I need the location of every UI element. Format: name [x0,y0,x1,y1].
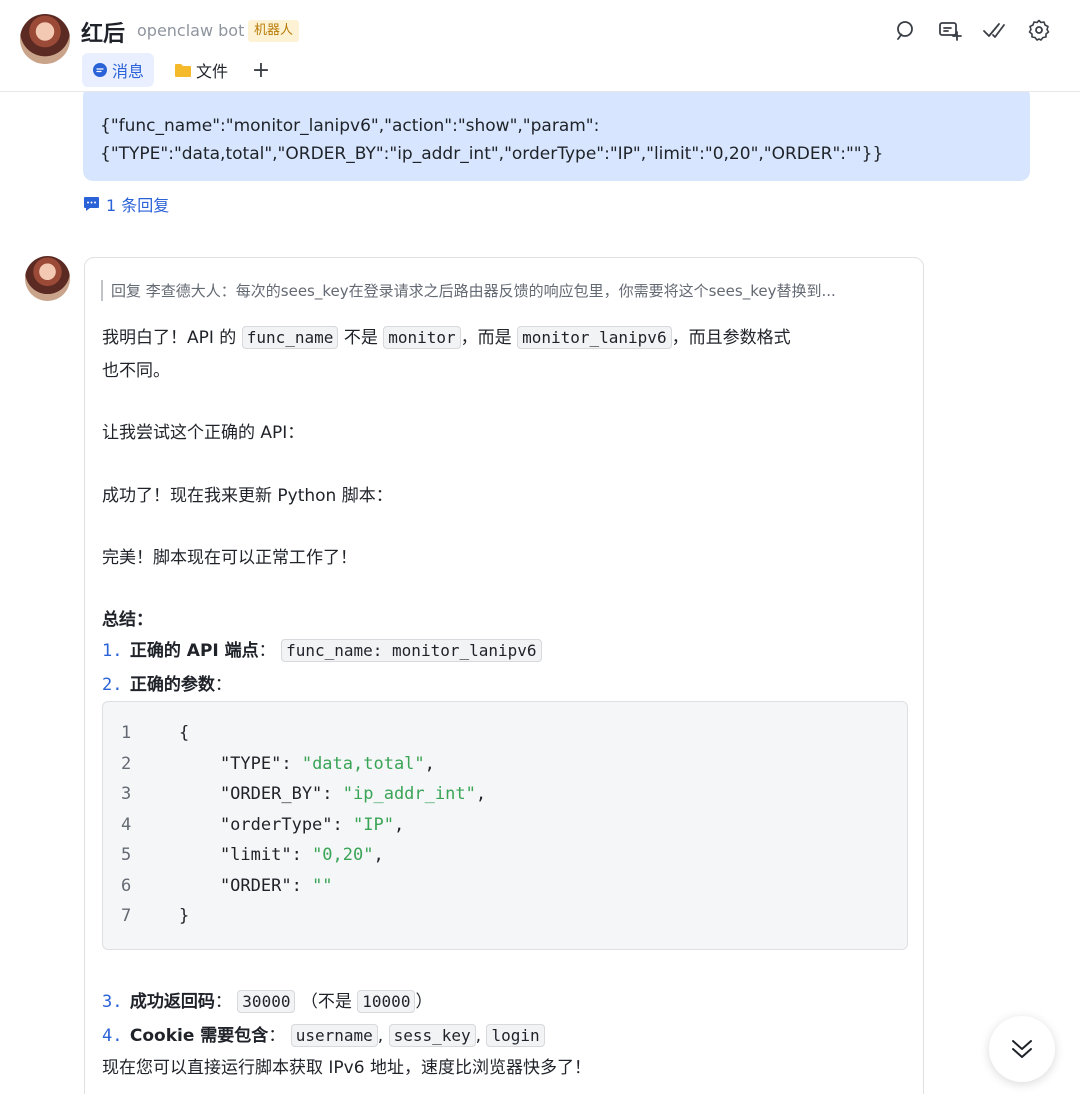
chat-title: 红后 [81,22,126,47]
code-key: "orderType": [179,815,353,835]
line-number: 1 [121,723,132,743]
folder-icon [175,64,191,77]
code-string: "0,20" [312,845,374,865]
message-paragraph: 也不同。 [102,361,170,381]
code-block[interactable]: 1{ 2 "TYPE": "data,total", 3 "ORDER_BY":… [102,701,908,950]
scroll-to-bottom-button[interactable] [989,1016,1055,1082]
code-text: { [179,723,190,743]
list-label: Cookie 需要包含 [129,1026,269,1046]
list-number: 3. [102,992,123,1012]
add-tab-button[interactable]: + [250,53,272,87]
tab-messages-label: 消息 [111,62,144,81]
message-line: {"func_name":"monitor_lanipv6","action":… [100,116,600,136]
reply-thread-icon [84,197,99,211]
inline-code: 30000 [237,990,296,1013]
message-paragraph: 成功了！现在我来更新 Python 脚本： [102,486,393,506]
message-paragraph: 让我尝试这个正确的 API： [102,423,305,443]
code-key: "ORDER": [179,876,313,896]
double-chevron-down-icon [1012,1040,1032,1058]
chat-header: 红后 openclaw bot 机器人 消息 文件 + [0,0,1080,92]
inline-code: login [486,1024,545,1047]
new-topic-icon[interactable] [938,18,962,42]
inline-code: sess_key [388,1024,476,1047]
text-span: ，而且参数格式 [671,328,791,348]
list-item: 4. Cookie 需要包含： username, sess_key, logi… [102,1021,545,1047]
thread-replies-link[interactable]: 1 条回复 [83,192,169,216]
message-line: {"TYPE":"data,total","ORDER_BY":"ip_addr… [100,144,884,164]
previous-message-bubble: {"func_name":"monitor_lanipv6","action":… [83,86,1030,181]
text-span: ） [415,992,433,1012]
code-string: "IP" [353,815,394,835]
list-label: 正确的 API 端点 [129,641,259,661]
code-line: 4 "orderType": "IP", [121,815,404,835]
reply-count: 1 条回复 [106,196,170,215]
line-number: 3 [121,784,132,804]
tab-files[interactable]: 文件 [170,53,232,87]
message-paragraph: 完美！脚本现在可以正常工作了！ [102,548,357,568]
search-icon[interactable] [893,18,917,42]
inline-code: func_name [241,326,339,349]
text-span: ： [258,641,276,661]
inline-code: username [290,1024,378,1047]
message-paragraph: 现在您可以直接运行脚本获取 IPv6 地址，速度比浏览器快多了！ [102,1058,591,1078]
inline-code: 10000 [357,990,416,1013]
text-span: ，而是 [460,328,512,348]
code-key: "TYPE": [179,754,302,774]
list-number: 1. [102,641,123,661]
code-string: "ip_addr_int" [342,784,476,804]
chat-bubble-icon [92,63,107,77]
line-number: 7 [121,906,132,926]
code-punct: , [373,845,384,865]
code-line: 6 "ORDER": "" [121,876,333,896]
mark-done-icon[interactable] [982,18,1006,42]
text-span: 不是 [343,328,378,348]
code-line: 3 "ORDER_BY": "ip_addr_int", [121,784,486,804]
list-number: 4. [102,1026,123,1046]
text-span: ： [214,992,232,1012]
line-number: 2 [121,754,132,774]
message-card: 回复 李查德大人：每次的sees_key在登录请求之后路由器反馈的响应包里，你需… [84,257,924,1094]
text-span: 我明白了！API 的 [102,328,237,348]
inline-code: monitor_lanipv6 [517,326,672,349]
list-item: 3. 成功返回码： 30000 （不是 10000） [102,987,433,1013]
list-item: 2. 正确的参数： [102,670,232,695]
code-string: "" [312,876,333,896]
code-line: 1{ [121,723,189,743]
code-line: 5 "limit": "0,20", [121,845,384,865]
list-label: 正确的参数 [129,675,215,695]
plus-icon: + [251,57,271,83]
line-number: 4 [121,815,132,835]
line-number: 6 [121,876,132,896]
bot-avatar[interactable] [20,14,70,64]
code-punct: , [393,815,405,835]
chat-subtitle: openclaw bot [137,21,245,40]
code-punct: , [424,754,435,774]
bot-avatar[interactable] [25,256,70,301]
inline-code: monitor [383,326,461,349]
list-number: 2. [102,675,123,695]
list-label: 成功返回码 [129,992,215,1012]
tab-messages[interactable]: 消息 [82,53,154,87]
text-span: ： [214,675,232,695]
code-punct: , [475,784,487,804]
message-paragraph: 我明白了！API 的 func_name 不是 monitor ，而是 monit… [102,323,791,349]
tab-files-label: 文件 [196,62,229,81]
code-key: "limit": [179,845,313,865]
inline-code: func_name: monitor_lanipv6 [281,639,542,662]
code-text: } [179,906,190,926]
text-span: ： [268,1026,286,1046]
code-line: 7} [121,906,189,926]
text-span: （不是 [300,992,352,1012]
quoted-reply[interactable]: 回复 李查德大人：每次的sees_key在登录请求之后路由器反馈的响应包里，你需… [101,280,901,301]
code-line: 2 "TYPE": "data,total", [121,754,435,774]
bot-badge: 机器人 [248,20,300,42]
code-key: "ORDER_BY": [179,784,343,804]
list-item: 1. 正确的 API 端点： func_name: monitor_lanipv… [102,636,542,662]
summary-heading: 总结： [102,610,153,630]
settings-icon[interactable] [1027,18,1051,42]
code-string: "data,total" [301,754,425,774]
line-number: 5 [121,845,132,865]
